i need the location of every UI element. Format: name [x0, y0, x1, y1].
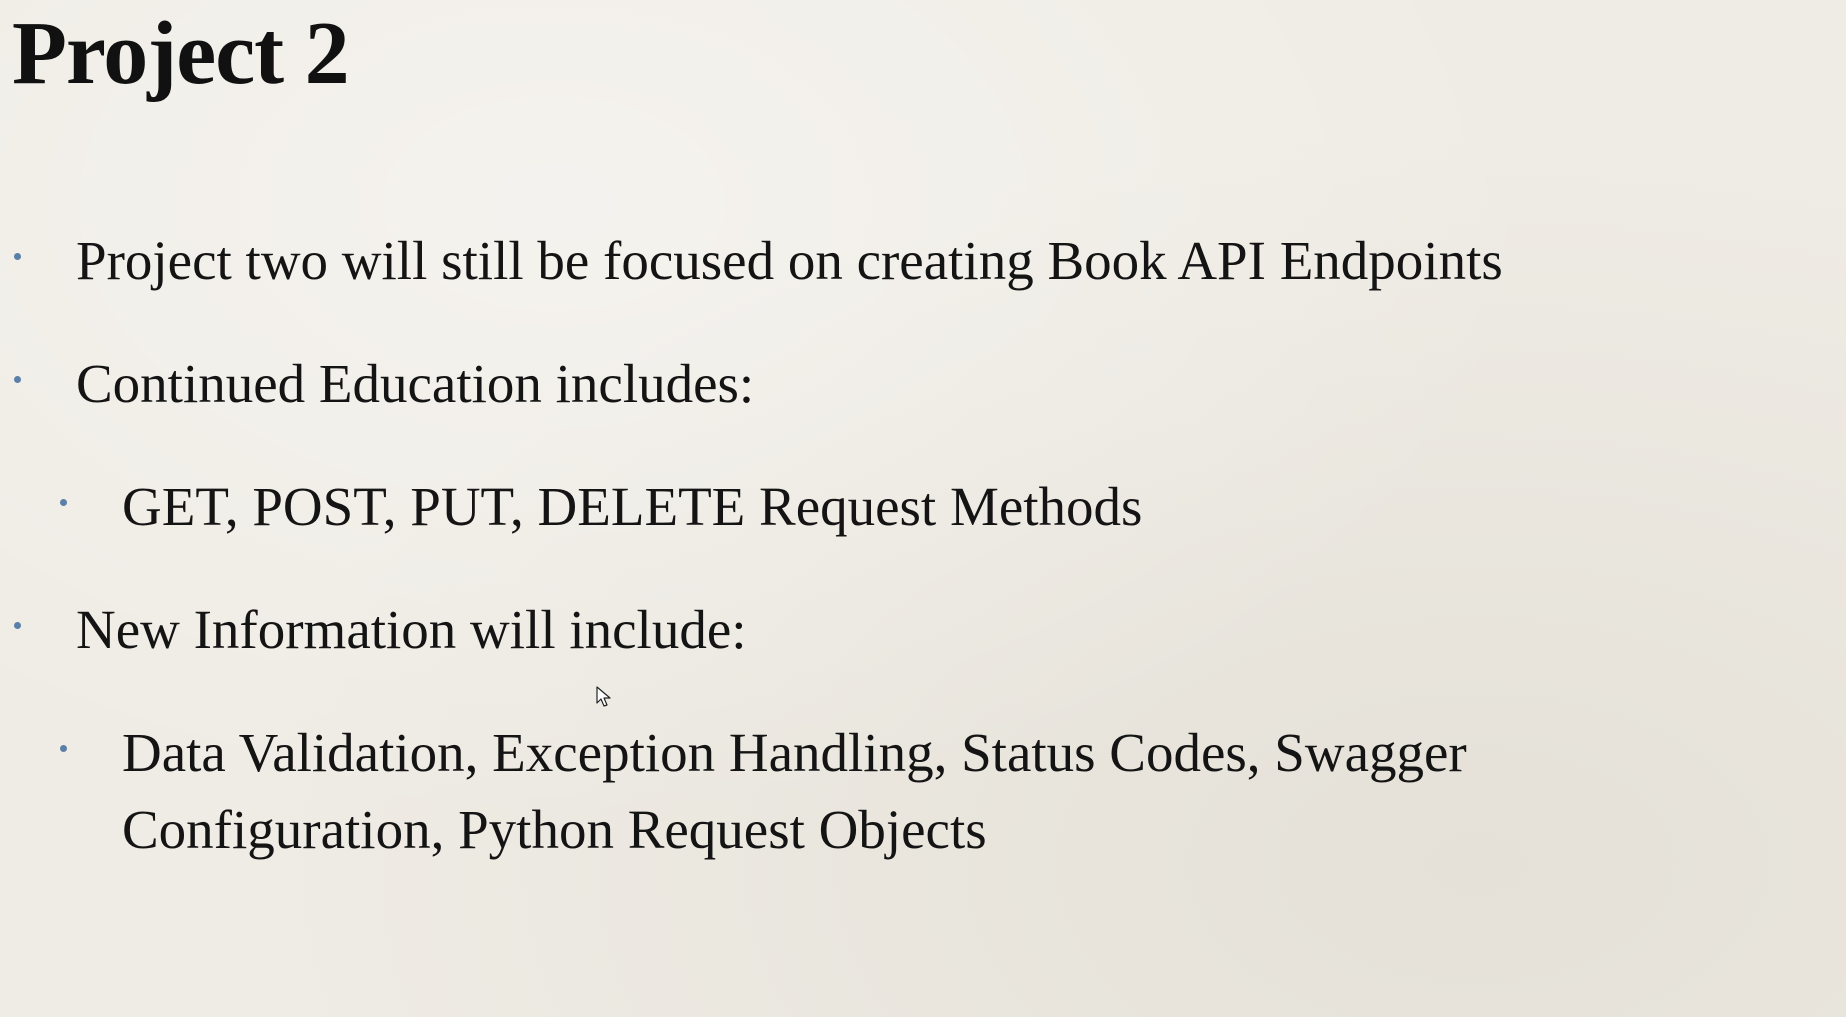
mouse-pointer-icon — [596, 686, 611, 707]
bullet-item: Continued Education includes: — [14, 345, 754, 422]
bullet-text: Data Validation, Exception Handling, Sta… — [122, 722, 1467, 860]
bullet-dot-icon — [14, 622, 21, 629]
bullet-item: New Information will include: — [14, 591, 747, 668]
slide-title: Project 2 — [12, 4, 350, 103]
bullet-text: New Information will include: — [76, 599, 747, 660]
bullet-dot-icon — [60, 745, 67, 752]
bullet-dot-icon — [14, 253, 21, 260]
bullet-text: GET, POST, PUT, DELETE Request Methods — [122, 476, 1143, 537]
bullet-dot-icon — [60, 499, 67, 506]
bullet-text: Project two will still be focused on cre… — [76, 230, 1503, 291]
slide: Project 2 Project two will still be focu… — [0, 0, 1846, 1017]
sub-bullet-item: Data Validation, Exception Handling, Sta… — [60, 714, 1762, 868]
bullet-item: Project two will still be focused on cre… — [14, 222, 1503, 299]
bullet-text: Continued Education includes: — [76, 353, 755, 414]
sub-bullet-item: GET, POST, PUT, DELETE Request Methods — [60, 468, 1142, 545]
bullet-dot-icon — [14, 376, 21, 383]
